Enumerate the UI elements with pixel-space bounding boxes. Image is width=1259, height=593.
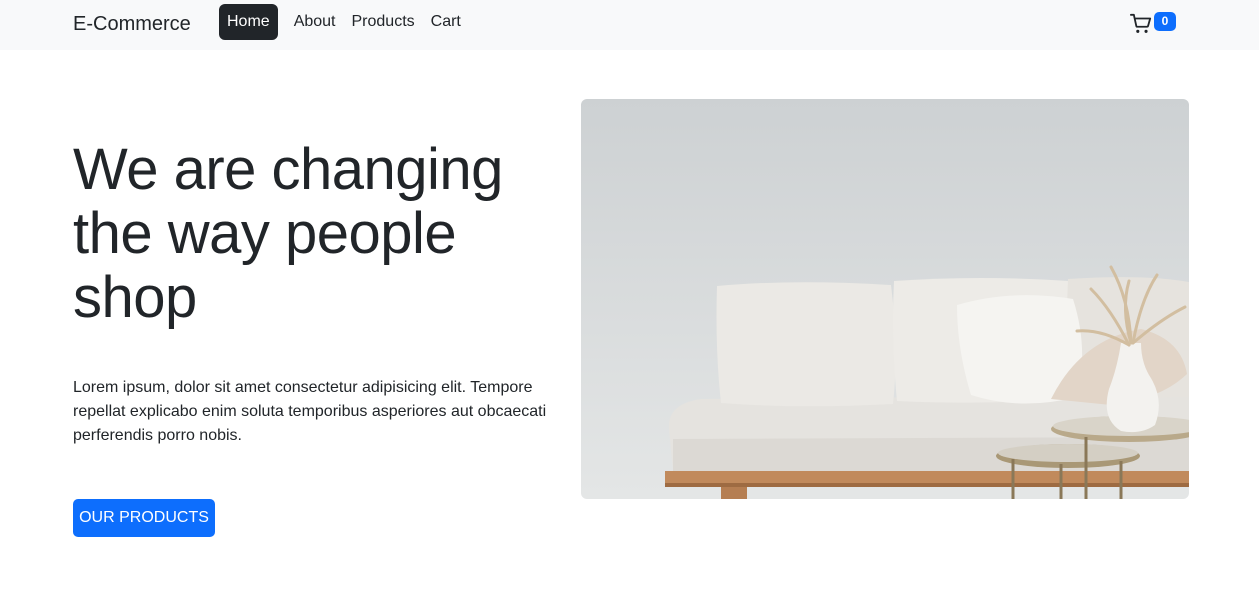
nav-link-about[interactable]: About	[286, 4, 344, 40]
nav-links: Home About Products Cart	[219, 4, 469, 40]
cart-icon	[1130, 13, 1152, 33]
hero-image	[581, 99, 1189, 499]
cart-button[interactable]: 0	[1130, 11, 1178, 37]
navbar: E-Commerce Home About Products Cart 0	[0, 0, 1259, 50]
brand-logo[interactable]: E-Commerce	[73, 12, 191, 36]
nav-link-cart[interactable]: Cart	[423, 4, 469, 40]
hero-title: We are changing the way people shop	[73, 137, 503, 330]
nav-link-products[interactable]: Products	[344, 4, 423, 40]
our-products-button[interactable]: OUR PRODUCTS	[73, 499, 215, 537]
nav-link-home[interactable]: Home	[219, 4, 278, 40]
cart-count-badge: 0	[1154, 12, 1176, 31]
hero-description: Lorem ipsum, dolor sit amet consectetur …	[73, 379, 547, 444]
